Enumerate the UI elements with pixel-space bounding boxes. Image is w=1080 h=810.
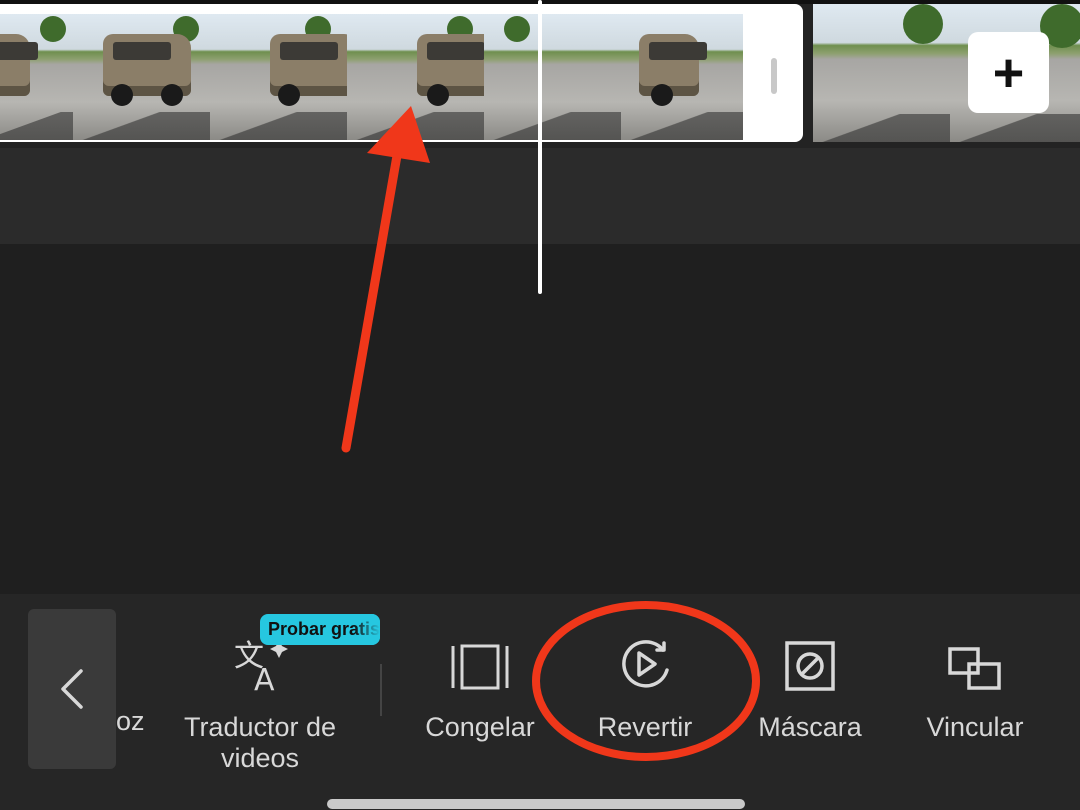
tool-link[interactable]: Vincular bbox=[905, 636, 1045, 743]
video-clip-selected[interactable] bbox=[0, 4, 803, 142]
shadow bbox=[347, 112, 484, 140]
shadow bbox=[621, 112, 743, 140]
van bbox=[639, 34, 707, 106]
badge-label: Probar gratis bbox=[268, 619, 380, 639]
tool-freeze[interactable]: Congelar bbox=[410, 636, 550, 743]
tool-label: Congelar bbox=[425, 712, 535, 742]
empty-track-area bbox=[0, 244, 1080, 594]
plus-icon: + bbox=[992, 42, 1025, 103]
tool-mask[interactable]: Máscara bbox=[745, 636, 875, 743]
shadow bbox=[484, 112, 621, 140]
tree bbox=[40, 16, 66, 42]
home-indicator[interactable] bbox=[327, 799, 745, 809]
clip-frames bbox=[0, 14, 743, 140]
clip-thumbnail bbox=[347, 14, 484, 140]
try-free-badge[interactable]: Probar gratis bbox=[260, 614, 380, 645]
clip-thumbnail bbox=[484, 14, 621, 140]
playhead[interactable] bbox=[538, 0, 542, 294]
toolbar-back-button[interactable] bbox=[28, 609, 116, 769]
toolbar-divider bbox=[380, 664, 382, 716]
add-clip-button[interactable]: + bbox=[968, 32, 1049, 113]
mask-icon bbox=[784, 636, 836, 692]
van bbox=[103, 34, 191, 106]
chevron-left-icon bbox=[61, 669, 83, 709]
tool-translator[interactable]: 文 A Traductor de videos bbox=[170, 636, 350, 774]
tool-label: Vincular bbox=[926, 712, 1024, 742]
shadow bbox=[73, 112, 210, 140]
shadow bbox=[210, 112, 347, 140]
shadow bbox=[0, 112, 73, 140]
tool-label: Máscara bbox=[758, 712, 862, 742]
tree bbox=[504, 16, 530, 42]
tool-label: Traductor de videos bbox=[183, 712, 337, 773]
tool-label: Revertir bbox=[597, 712, 693, 742]
svg-text:A: A bbox=[254, 663, 275, 692]
van bbox=[0, 34, 38, 96]
tree bbox=[903, 4, 943, 44]
clip-thumbnail bbox=[0, 14, 73, 140]
shadow bbox=[813, 114, 950, 142]
clip-thumbnail bbox=[621, 14, 743, 140]
van bbox=[417, 34, 484, 106]
clip-thumbnail bbox=[210, 14, 347, 140]
clip-trim-handle[interactable] bbox=[771, 58, 777, 94]
shadow bbox=[950, 114, 1080, 142]
tool-reverse[interactable]: Revertir bbox=[580, 636, 710, 743]
tool-label-partial[interactable]: oz bbox=[116, 706, 145, 737]
reverse-play-icon bbox=[617, 636, 673, 692]
van bbox=[270, 34, 347, 106]
freeze-frame-icon bbox=[450, 636, 510, 692]
link-clips-icon bbox=[947, 636, 1003, 692]
clip-thumbnail bbox=[813, 4, 950, 142]
clip-thumbnail bbox=[73, 14, 210, 140]
